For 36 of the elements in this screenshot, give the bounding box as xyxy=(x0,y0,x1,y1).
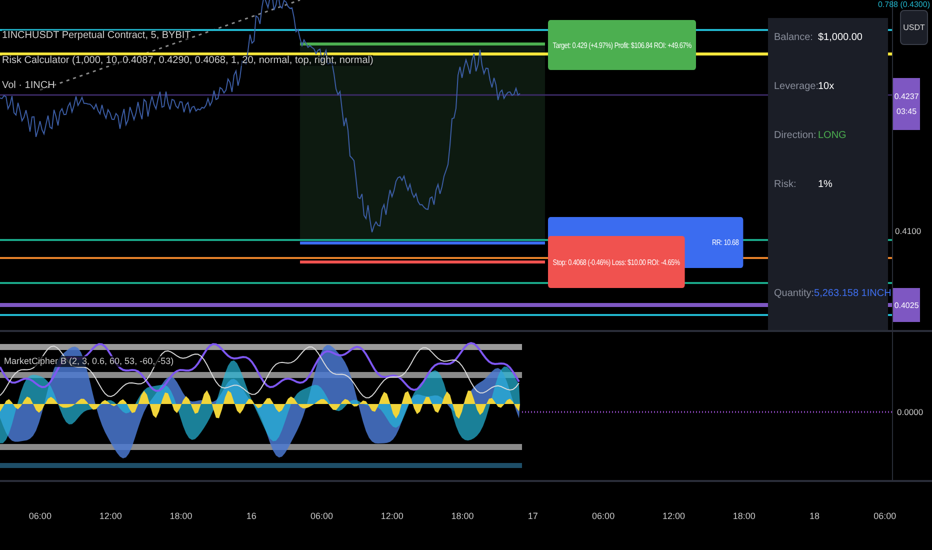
time-label: 06:00 xyxy=(872,511,898,521)
time-label: 16 xyxy=(245,511,258,521)
time-label: 12:00 xyxy=(661,511,686,521)
axis-label: 0.0000 xyxy=(897,407,924,417)
indicator-legend: MarketCipher B (2, 3, 0.6, 60, 53, -60, -53) xyxy=(4,356,174,367)
chart-legend: Vol · 1INCH xyxy=(2,80,55,91)
table-label: Risk: xyxy=(774,179,798,190)
table-label: Balance: xyxy=(774,32,814,43)
table-value: 1% xyxy=(818,179,832,190)
table-label: Quantity: xyxy=(774,288,814,299)
time-label: 06:00 xyxy=(591,511,616,521)
table-value: $1,000.00 xyxy=(818,32,862,43)
time-label: 18:00 xyxy=(450,511,475,521)
axis-label: 0.788 (0.4300) xyxy=(878,0,930,9)
time-label: 18 xyxy=(808,511,820,521)
table-value: 5,263.158 1INCH xyxy=(814,288,892,299)
table-label: Leverage: xyxy=(774,81,818,92)
table-value: 10x xyxy=(818,81,834,92)
time-label: 17 xyxy=(526,511,539,521)
chart-legend: 1INCHUSDT Perpetual Contract, 5, BYBIT xyxy=(2,30,191,41)
price-badge: 0.4025 xyxy=(893,288,920,322)
chart-legend: Risk Calculator (1,000, 10, 0.4087, 0.4290, 0.4068, 1, 20, normal, top, right, normal) xyxy=(2,55,374,66)
time-label: 06:00 xyxy=(28,511,52,521)
time-label: 12:00 xyxy=(380,511,404,521)
time-label: 18:00 xyxy=(732,511,756,521)
table-label: Direction: xyxy=(774,130,818,141)
table-value: LONG xyxy=(818,130,846,141)
price-tag: Stop: 0.4068 (-0.46%) Loss: $10.00 ROI: -4.65% xyxy=(548,236,685,288)
price-tag: Target: 0.429 (+4.97%) Profit: $106.84 ROI: +49.67% xyxy=(548,20,696,70)
axis-label: 0.4100 xyxy=(895,226,922,236)
countdown: 03:45 xyxy=(896,107,917,116)
time-label: 12:00 xyxy=(98,511,123,521)
currency-button[interactable]: USDT xyxy=(900,10,928,45)
time-label: 06:00 xyxy=(309,511,334,521)
price-value: 0.4237 xyxy=(894,92,919,101)
time-label: 18:00 xyxy=(168,511,194,521)
